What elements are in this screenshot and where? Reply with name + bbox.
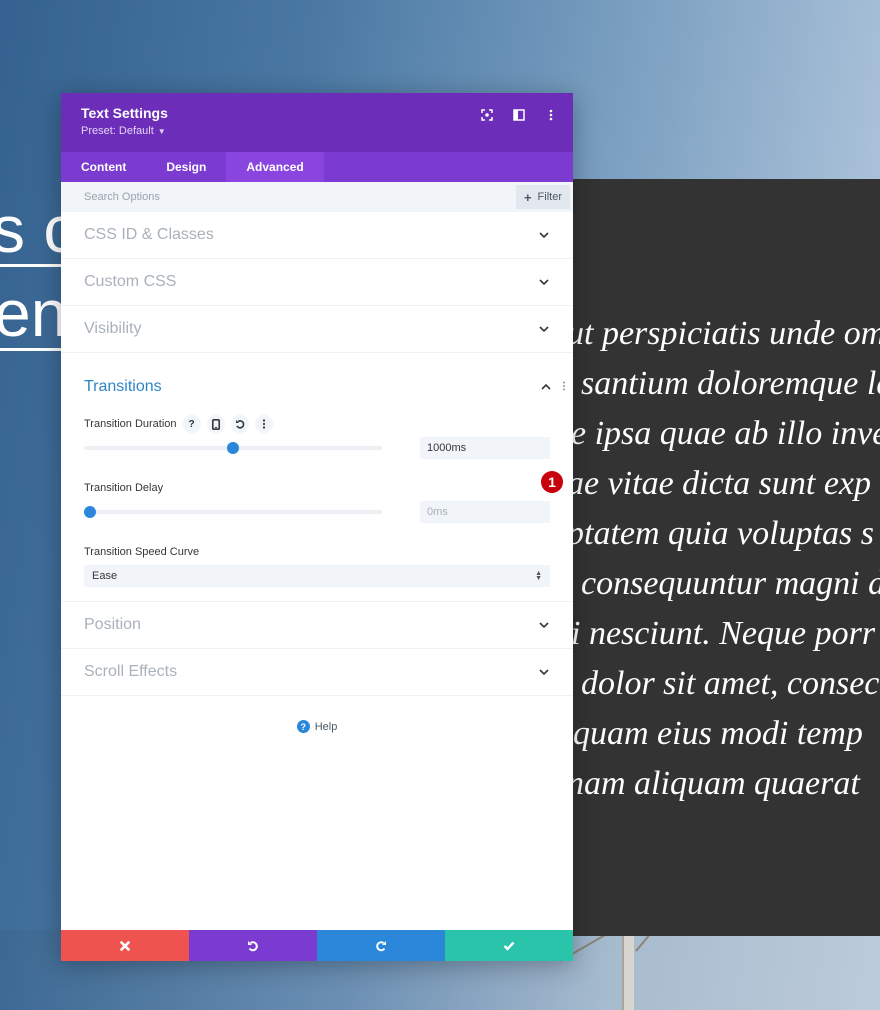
panel-header[interactable]: Text Settings Preset: Default ▼: [61, 93, 573, 152]
section-title: Visibility: [84, 320, 142, 337]
section-css-id-classes[interactable]: CSS ID & Classes: [61, 212, 573, 259]
section-title: Scroll Effects: [84, 663, 178, 680]
quote-line: e ipsa quae ab illo inve: [573, 415, 880, 452]
transition-delay-label-row: Transition Delay: [84, 479, 550, 497]
section-custom-css[interactable]: Custom CSS: [61, 259, 573, 306]
section-visibility[interactable]: Visibility: [61, 306, 573, 353]
plus-icon: +: [523, 189, 532, 205]
transition-delay-row: 0ms: [83, 497, 550, 527]
redo-icon: [376, 940, 386, 951]
more-options-icon[interactable]: [254, 415, 273, 433]
close-icon: [120, 940, 130, 951]
chevron-up-icon[interactable]: [540, 381, 552, 393]
quote-line: consequuntur magni d: [581, 565, 880, 602]
select-arrows-icon: ▲ ▼: [535, 570, 542, 582]
field-label: Transition Speed Curve: [84, 546, 200, 558]
tab-design[interactable]: Design: [146, 152, 226, 182]
slider-thumb[interactable]: [83, 506, 96, 518]
section-transitions: Transitions Transition Duration ? 1000ms…: [61, 353, 573, 602]
preset-label: Preset: Default: [81, 125, 154, 137]
transition-delay-input[interactable]: 0ms: [420, 501, 550, 523]
step-badge: 1: [541, 471, 563, 493]
section-title: Transitions: [84, 378, 162, 395]
slider-thumb[interactable]: [227, 442, 239, 454]
chevron-down-icon: [538, 229, 550, 241]
quote-line: ptatem quia voluptas s: [573, 515, 874, 552]
panel-footer: [61, 930, 573, 961]
save-button[interactable]: [445, 930, 573, 961]
text-module-preview: ut perspiciatis unde om santium doloremq…: [573, 179, 880, 936]
field-label: Transition Duration: [84, 418, 177, 430]
section-title: Position: [84, 616, 141, 633]
section-title: CSS ID & Classes: [84, 226, 214, 243]
tab-bar: Content Design Advanced: [61, 152, 573, 182]
responsive-device-icon[interactable]: [206, 415, 225, 433]
field-label: Transition Delay: [84, 482, 164, 494]
transition-duration-input[interactable]: 1000ms: [420, 437, 550, 459]
quote-text: ut perspiciatis unde om santium doloremq…: [573, 309, 880, 809]
caret-down-icon: ▼: [157, 126, 166, 136]
search-options-input[interactable]: [84, 191, 516, 203]
select-value: Ease: [92, 570, 118, 582]
transition-delay-slider[interactable]: [83, 506, 382, 518]
cancel-button[interactable]: [61, 930, 189, 961]
redo-button[interactable]: [317, 930, 445, 961]
quote-line: i nesciunt. Neque porr: [573, 615, 876, 652]
help-label: Help: [314, 720, 338, 733]
tree-image: [622, 936, 634, 1010]
more-options-icon[interactable]: [562, 378, 566, 396]
help-icon[interactable]: ?: [182, 415, 201, 433]
undo-icon: [248, 940, 258, 951]
help-link[interactable]: ? Help: [61, 720, 573, 733]
expand-icon[interactable]: [479, 107, 495, 123]
split-view-icon[interactable]: [511, 107, 527, 123]
text-settings-panel: Text Settings Preset: Default ▼ Content …: [61, 93, 573, 961]
filter-button[interactable]: + Filter: [515, 185, 570, 209]
transition-speed-curve-label-row: Transition Speed Curve: [84, 543, 550, 561]
section-scroll-effects[interactable]: Scroll Effects: [61, 649, 573, 696]
checkmark-icon: [503, 941, 515, 951]
filter-label: Filter: [537, 191, 562, 203]
tab-content[interactable]: Content: [61, 152, 146, 182]
more-options-icon[interactable]: [543, 107, 559, 123]
section-position[interactable]: Position: [61, 602, 573, 649]
transition-speed-curve-select[interactable]: Ease ▲ ▼: [84, 565, 550, 587]
quote-line: ut perspiciatis unde om: [573, 315, 880, 352]
quote-line: ae vitae dicta sunt exp: [573, 465, 872, 502]
quote-line: nam aliquam quaerat: [573, 765, 860, 802]
help-icon: ?: [296, 720, 310, 733]
chevron-down-icon: [538, 619, 550, 631]
undo-button[interactable]: [189, 930, 317, 961]
quote-line: santium doloremque la: [581, 365, 880, 402]
transition-duration-row: 1000ms: [84, 433, 550, 463]
chevron-down-icon: [538, 323, 550, 335]
quote-line: quam eius modi temp: [573, 715, 863, 752]
transition-duration-label-row: Transition Duration ?: [84, 415, 550, 433]
hero-heading-line: en: [0, 280, 68, 351]
reset-icon[interactable]: [230, 415, 249, 433]
search-bar: + Filter: [61, 182, 573, 212]
transition-duration-slider[interactable]: [84, 442, 382, 454]
transitions-header[interactable]: Transitions: [84, 353, 565, 415]
quote-line: dolor sit amet, consec: [581, 665, 880, 702]
tab-advanced[interactable]: Advanced: [226, 152, 324, 182]
chevron-down-icon: [538, 666, 550, 678]
section-title: Custom CSS: [84, 273, 177, 290]
chevron-down-icon: [538, 276, 550, 288]
preset-selector[interactable]: Preset: Default ▼: [81, 125, 166, 137]
